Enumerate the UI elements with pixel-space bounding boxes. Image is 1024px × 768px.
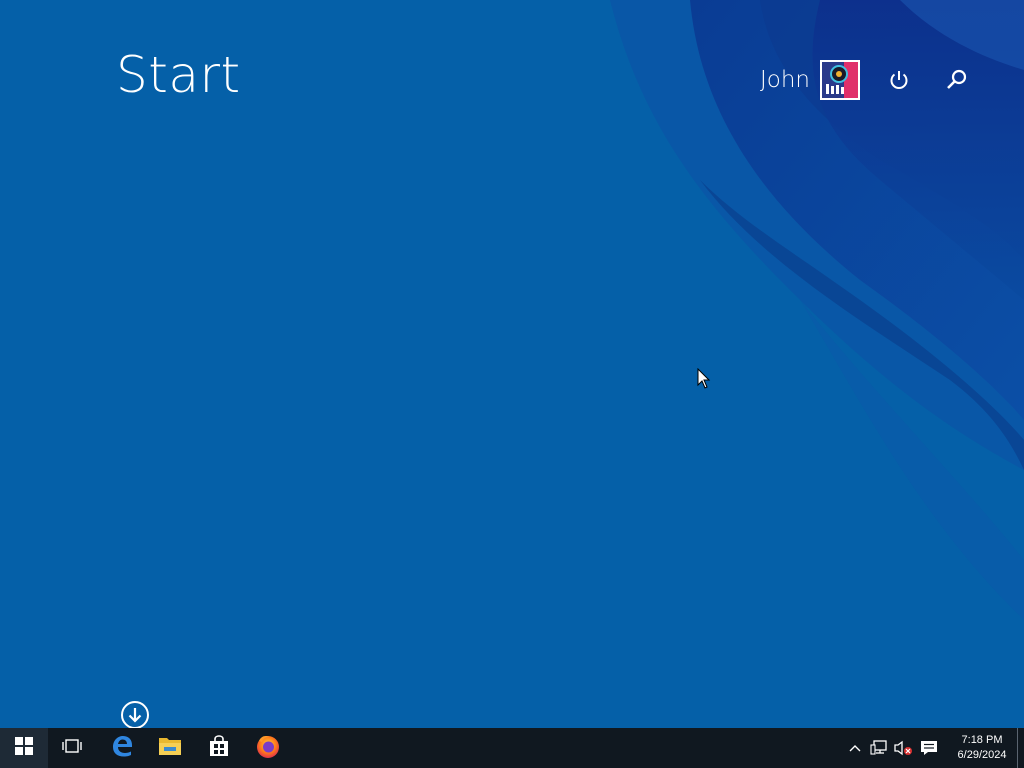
wallpaper-swirl bbox=[610, 0, 1024, 620]
all-apps-down-arrow-icon[interactable] bbox=[120, 700, 150, 728]
system-tray: 7:18 PM 6/29/2024 bbox=[843, 728, 1024, 768]
edge-button[interactable] bbox=[98, 728, 146, 768]
task-view-icon bbox=[61, 738, 83, 758]
start-screen: Start John bbox=[0, 0, 1024, 728]
search-icon[interactable] bbox=[945, 68, 969, 92]
task-view-button[interactable] bbox=[48, 728, 96, 768]
store-icon bbox=[208, 735, 230, 761]
clock-date: 6/29/2024 bbox=[957, 749, 1007, 761]
windows-logo-icon bbox=[15, 737, 33, 759]
file-explorer-button[interactable] bbox=[146, 728, 194, 768]
mouse-cursor-icon bbox=[697, 367, 711, 390]
user-avatar bbox=[820, 60, 860, 100]
edge-icon bbox=[110, 734, 134, 762]
store-button[interactable] bbox=[195, 728, 243, 768]
action-center-icon[interactable] bbox=[915, 728, 943, 768]
folder-icon bbox=[158, 735, 182, 761]
clock[interactable]: 7:18 PM 6/29/2024 bbox=[951, 728, 1013, 768]
firefox-icon bbox=[255, 733, 281, 763]
clock-time: 7:18 PM bbox=[961, 734, 1003, 746]
power-icon[interactable] bbox=[887, 68, 911, 92]
user-account-button[interactable]: John bbox=[760, 60, 860, 100]
start-title: Start bbox=[116, 46, 241, 104]
network-icon[interactable] bbox=[867, 728, 891, 768]
user-name: John bbox=[759, 67, 810, 93]
start-button[interactable] bbox=[0, 728, 48, 768]
show-desktop-button[interactable] bbox=[1017, 728, 1024, 768]
firefox-button[interactable] bbox=[244, 728, 292, 768]
volume-muted-icon[interactable] bbox=[891, 728, 915, 768]
chevron-up-icon[interactable] bbox=[843, 728, 867, 768]
taskbar: 7:18 PM 6/29/2024 bbox=[0, 728, 1024, 768]
